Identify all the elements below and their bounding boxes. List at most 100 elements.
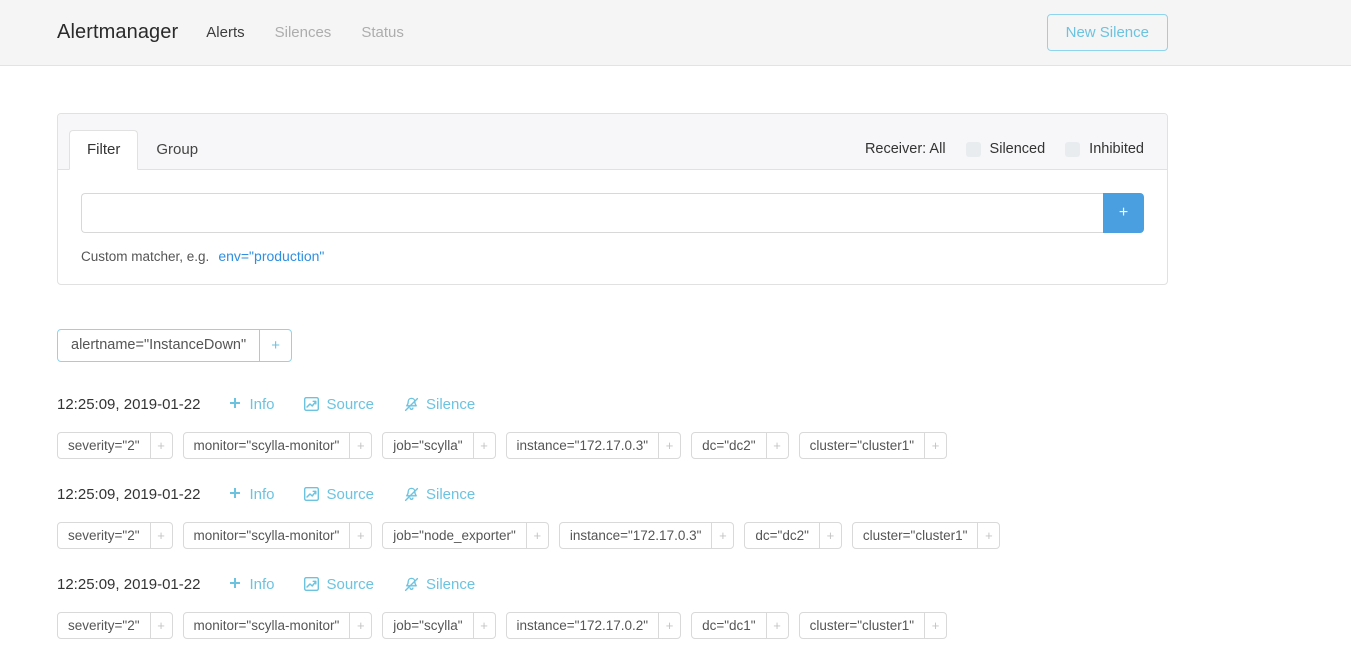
alert-timestamp: 12:25:09, 2019-01-22 (57, 486, 200, 503)
alert-label-plus-icon[interactable]: + (349, 613, 371, 638)
checkbox-silenced-box[interactable] (966, 142, 981, 157)
new-silence-button[interactable]: New Silence (1047, 14, 1168, 51)
alert-label-chip[interactable]: severity="2" + (57, 432, 173, 459)
alert-label-chip[interactable]: cluster="cluster1" + (852, 522, 1001, 549)
alert-label-plus-icon[interactable]: + (711, 523, 733, 548)
matcher-input-group: + (81, 193, 1144, 233)
alert-label-plus-icon[interactable]: + (924, 433, 946, 458)
filter-chip[interactable]: alertname="InstanceDown" + (57, 329, 292, 362)
tab-filter[interactable]: Filter (69, 130, 138, 170)
alert-label-plus-icon[interactable]: + (473, 433, 495, 458)
tabbar-controls: Receiver: All Silenced Inhibited (865, 141, 1144, 169)
checkbox-inhibited[interactable]: Inhibited (1065, 141, 1144, 157)
alert-label-plus-icon[interactable]: + (526, 523, 548, 548)
alert-label-chip[interactable]: cluster="cluster1" + (799, 432, 948, 459)
alert-source-label: Source (326, 576, 374, 593)
checkbox-inhibited-box[interactable] (1065, 142, 1080, 157)
alert-label-plus-icon[interactable]: + (766, 613, 788, 638)
app-brand: Alertmanager (57, 21, 178, 44)
alert-label-plus-icon[interactable]: + (150, 523, 172, 548)
alert-label-chip[interactable]: job="scylla" + (382, 612, 495, 639)
alert-info-label: Info (249, 396, 274, 413)
alert-info-action[interactable]: Info (228, 486, 274, 503)
alert-label-text: monitor="scylla-monitor" (184, 433, 350, 458)
alert-silence-action[interactable]: Silence (404, 576, 475, 593)
filter-chip-label: alertname="InstanceDown" (58, 330, 259, 361)
alert-row: 12:25:09, 2019-01-22 Info (57, 482, 1294, 549)
alert-labels: severity="2" + monitor="scylla-monitor" … (57, 432, 1294, 459)
checkbox-silenced-label: Silenced (990, 141, 1046, 157)
alert-label-plus-icon[interactable]: + (924, 613, 946, 638)
active-filter-chips: alertname="InstanceDown" + (57, 329, 1294, 362)
matcher-helper-example[interactable]: env="production" (218, 248, 324, 264)
alert-label-chip[interactable]: dc="dc2" + (691, 432, 789, 459)
plus-icon (228, 577, 242, 591)
filter-chip-plus-icon[interactable]: + (259, 330, 291, 361)
alert-header: 12:25:09, 2019-01-22 Info (57, 482, 1294, 506)
nav-link-silences[interactable]: Silences (275, 24, 332, 41)
alert-label-plus-icon[interactable]: + (819, 523, 841, 548)
alert-label-chip[interactable]: severity="2" + (57, 522, 173, 549)
receiver-label[interactable]: Receiver: All (865, 141, 946, 157)
chart-line-icon (304, 577, 319, 591)
alert-info-action[interactable]: Info (228, 576, 274, 593)
alert-source-action[interactable]: Source (304, 576, 374, 593)
alert-timestamp: 12:25:09, 2019-01-22 (57, 576, 200, 593)
alert-label-plus-icon[interactable]: + (473, 613, 495, 638)
alert-label-chip[interactable]: monitor="scylla-monitor" + (183, 432, 373, 459)
alert-label-plus-icon[interactable]: + (766, 433, 788, 458)
alert-label-text: severity="2" (58, 523, 150, 548)
alert-label-chip[interactable]: monitor="scylla-monitor" + (183, 612, 373, 639)
alert-source-label: Source (326, 486, 374, 503)
alert-source-action[interactable]: Source (304, 396, 374, 413)
matcher-input[interactable] (81, 193, 1103, 233)
alert-label-text: cluster="cluster1" (800, 433, 925, 458)
nav-link-status[interactable]: Status (361, 24, 404, 41)
alert-label-text: monitor="scylla-monitor" (184, 523, 350, 548)
alert-label-plus-icon[interactable]: + (977, 523, 999, 548)
alert-row: 12:25:09, 2019-01-22 Info (57, 392, 1294, 459)
alert-labels: severity="2" + monitor="scylla-monitor" … (57, 522, 1294, 549)
alert-list: 12:25:09, 2019-01-22 Info (57, 392, 1294, 639)
alert-label-chip[interactable]: monitor="scylla-monitor" + (183, 522, 373, 549)
alert-label-chip[interactable]: instance="172.17.0.3" + (559, 522, 735, 549)
alert-label-text: job="scylla" (383, 433, 472, 458)
alert-label-chip[interactable]: job="scylla" + (382, 432, 495, 459)
alert-label-plus-icon[interactable]: + (658, 433, 680, 458)
alert-label-plus-icon[interactable]: + (150, 613, 172, 638)
alert-label-chip[interactable]: cluster="cluster1" + (799, 612, 948, 639)
bell-slash-icon (404, 487, 419, 502)
filter-panel: Filter Group Receiver: All Silenced Inhi… (57, 113, 1168, 285)
alert-label-plus-icon[interactable]: + (349, 433, 371, 458)
alert-label-plus-icon[interactable]: + (150, 433, 172, 458)
alert-silence-action[interactable]: Silence (404, 396, 475, 413)
plus-icon (228, 397, 242, 411)
alert-label-text: dc="dc2" (692, 433, 766, 458)
chart-line-icon (304, 397, 319, 411)
alert-label-chip[interactable]: severity="2" + (57, 612, 173, 639)
matcher-helper: Custom matcher, e.g. env="production" (81, 248, 1144, 264)
alert-source-action[interactable]: Source (304, 486, 374, 503)
alert-label-chip[interactable]: instance="172.17.0.3" + (506, 432, 682, 459)
alert-label-text: severity="2" (58, 433, 150, 458)
checkbox-silenced[interactable]: Silenced (966, 141, 1046, 157)
tab-list: Filter Group (69, 130, 216, 169)
matcher-helper-text: Custom matcher, e.g. (81, 249, 209, 264)
alert-timestamp: 12:25:09, 2019-01-22 (57, 396, 200, 413)
alert-silence-label: Silence (426, 486, 475, 503)
navbar: Alertmanager Alerts Silences Status New … (0, 0, 1351, 66)
alert-label-plus-icon[interactable]: + (349, 523, 371, 548)
checkbox-inhibited-label: Inhibited (1089, 141, 1144, 157)
alert-label-chip[interactable]: dc="dc1" + (691, 612, 789, 639)
alert-label-chip[interactable]: job="node_exporter" + (382, 522, 549, 549)
alert-label-plus-icon[interactable]: + (658, 613, 680, 638)
add-matcher-button[interactable]: + (1103, 193, 1144, 233)
alert-label-text: dc="dc1" (692, 613, 766, 638)
nav-link-alerts[interactable]: Alerts (206, 24, 244, 41)
tab-group[interactable]: Group (138, 130, 216, 170)
alert-label-text: instance="172.17.0.2" (507, 613, 659, 638)
alert-label-chip[interactable]: dc="dc2" + (744, 522, 842, 549)
alert-label-chip[interactable]: instance="172.17.0.2" + (506, 612, 682, 639)
alert-info-action[interactable]: Info (228, 396, 274, 413)
alert-silence-action[interactable]: Silence (404, 486, 475, 503)
